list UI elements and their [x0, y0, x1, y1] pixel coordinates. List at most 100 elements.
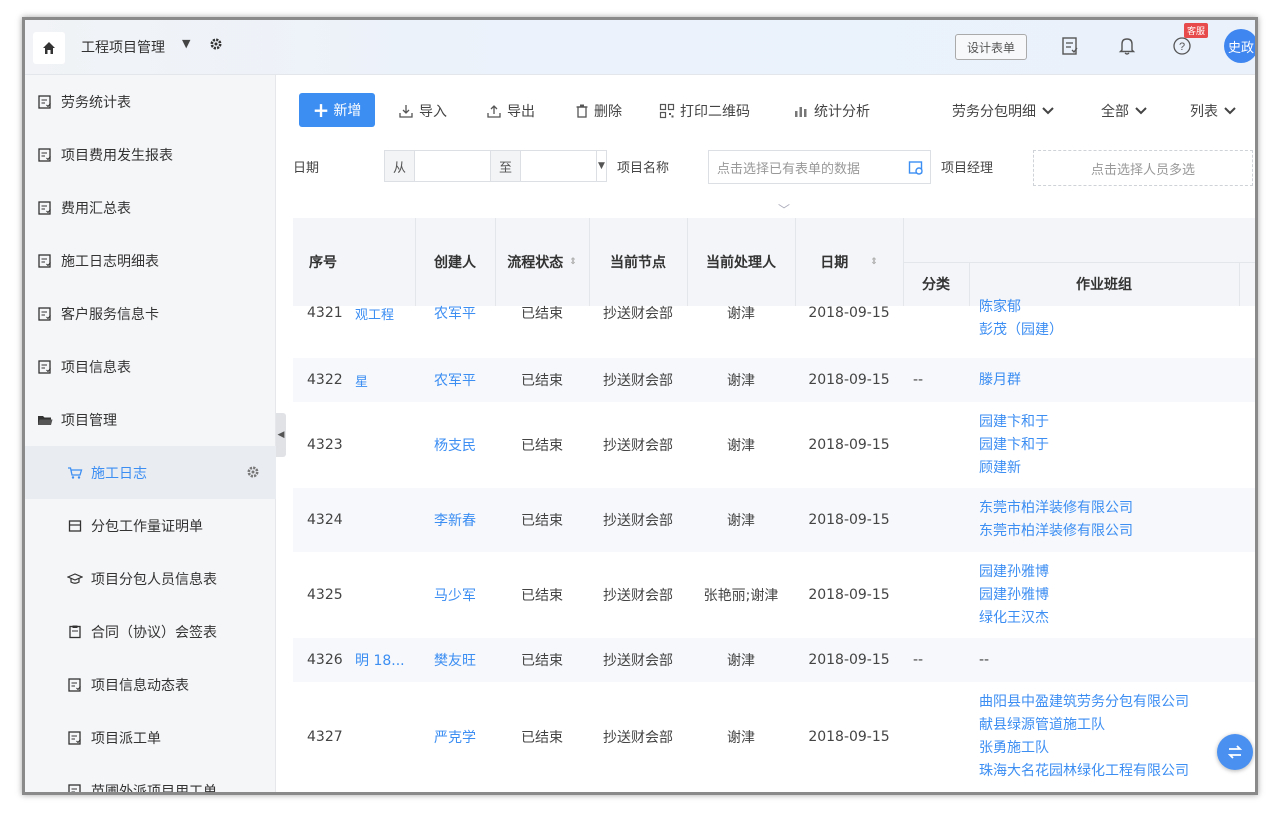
app-switch-caret-icon[interactable]: ▼	[182, 37, 190, 50]
customer-service-badge[interactable]: 客服	[1184, 23, 1209, 38]
sidebar-item-project-info[interactable]: 项目信息表	[25, 340, 276, 393]
team-link[interactable]: 园建卞和于	[979, 434, 1049, 457]
import-label: 导入	[419, 104, 447, 120]
cell-status: 已结束	[521, 513, 563, 529]
user-avatar[interactable]: 史政	[1224, 29, 1255, 63]
swap-arrows-icon	[1227, 745, 1243, 759]
cell-status: 已结束	[521, 653, 563, 669]
sort-icon[interactable]: ⇕	[870, 257, 878, 267]
table-row[interactable]: 4327 严克学 已结束 抄送财会部 谢津 2018-09-15 曲阳县中盈建筑…	[293, 682, 1255, 792]
header-date-label: 日期	[820, 255, 849, 271]
caret-down-icon[interactable]: ▼	[597, 151, 606, 181]
team-link[interactable]: 东莞市柏洋装修有限公司	[979, 497, 1133, 520]
form-list-icon[interactable]	[1059, 35, 1081, 57]
sidebar-item-work-order[interactable]: 项目派工单	[25, 711, 276, 764]
team-link[interactable]: 张勇施工队	[979, 737, 1189, 760]
cell-creator[interactable]: 农军平	[415, 358, 495, 402]
table-row[interactable]: 4325 马少军 已结束 抄送财会部 张艳丽;谢津 2018-09-15 园建孙…	[293, 552, 1255, 638]
view-dropdown[interactable]: 列表	[1190, 101, 1236, 121]
sidebar-item-customer-service-card[interactable]: 客户服务信息卡	[25, 287, 276, 340]
team-link[interactable]: 顾建新	[979, 457, 1049, 480]
sidebar-item-label: 分包工作量证明单	[91, 518, 203, 535]
scope-dropdown[interactable]: 全部	[1101, 101, 1147, 121]
sidebar-item-subcontract-workload[interactable]: 分包工作量证明单	[25, 499, 276, 552]
cell-date: 2018-09-15	[808, 372, 890, 388]
sidebar-item-label: 费用汇总表	[61, 200, 131, 217]
chevron-down-icon	[1135, 107, 1147, 115]
cell-creator[interactable]: 杨支民	[415, 402, 495, 488]
cell-creator[interactable]: 樊友旺	[415, 638, 495, 682]
import-button[interactable]: 导入	[398, 101, 447, 121]
sidebar-item-nursery-labor-order[interactable]: 苗圃外派项目用工单	[25, 764, 276, 795]
item-settings-gear-icon[interactable]	[246, 465, 260, 483]
table-row[interactable]: 4322 星 农军平 已结束 抄送财会部 谢津 2018-09-15 -- 滕月…	[293, 358, 1255, 402]
table-row[interactable]: 4324 李新春 已结束 抄送财会部 谢津 2018-09-15 东莞市柏洋装修…	[293, 488, 1255, 552]
project-name-input[interactable]: 点击选择已有表单的数据	[708, 150, 931, 184]
project-name-placeholder: 点击选择已有表单的数据	[717, 161, 861, 177]
team-link[interactable]: 东莞市柏洋装修有限公司	[979, 520, 1133, 543]
stats-button[interactable]: 统计分析	[793, 101, 870, 121]
team-link[interactable]: 滕月群	[979, 369, 1021, 392]
add-button[interactable]: + 新增	[299, 93, 375, 127]
app-title[interactable]: 工程项目管理	[81, 37, 165, 57]
sidebar-item-construction-log[interactable]: 施工日志	[25, 446, 276, 499]
design-form-button[interactable]: 设计表单	[955, 34, 1027, 60]
bell-icon[interactable]	[1116, 35, 1138, 57]
sidebar-collapse-handle[interactable]: ◀	[276, 413, 286, 457]
detail-dropdown[interactable]: 劳务分包明细	[952, 101, 1054, 121]
team-link[interactable]: 献县绿源管道施工队	[979, 714, 1189, 737]
delete-button[interactable]: 删除	[575, 101, 622, 121]
select-data-icon[interactable]	[908, 160, 924, 180]
help-icon[interactable]: ?	[1171, 35, 1193, 57]
cell-creator[interactable]: 农军平	[415, 288, 495, 338]
cell-creator[interactable]: 马少军	[415, 552, 495, 638]
cell-status: 已结束	[521, 306, 563, 322]
sidebar-item-construction-log-detail[interactable]: 施工日志明细表	[25, 234, 276, 287]
sidebar-item-label: 合同（协议）会签表	[91, 624, 217, 641]
table-row[interactable]: 4326 明 18... 樊友旺 已结束 抄送财会部 谢津 2018-09-15…	[293, 638, 1255, 682]
export-label: 导出	[507, 104, 535, 120]
sidebar-item-subcontract-personnel[interactable]: 项目分包人员信息表	[25, 552, 276, 605]
team-link[interactable]: 曲阳县中盈建筑劳务分包有限公司	[979, 691, 1189, 714]
table-row[interactable]: 4321 观工程 农军平 已结束 抄送财会部 谢津 2018-09-15 陈家郁…	[293, 288, 1255, 358]
cell-project[interactable]: 星	[355, 358, 368, 402]
report-icon	[67, 677, 83, 693]
sidebar-item-project-cost-report[interactable]: 项目费用发生报表	[25, 128, 276, 181]
sidebar-folder-project-management[interactable]: 项目管理	[25, 393, 276, 446]
team-link[interactable]: 园建卞和于	[979, 411, 1049, 434]
sidebar-item-label: 项目信息动态表	[91, 677, 189, 694]
sidebar-item-contract-signoff[interactable]: 合同（协议）会签表	[25, 605, 276, 658]
team-link[interactable]: 园建孙雅博	[979, 561, 1049, 584]
date-to-input[interactable]	[521, 151, 597, 181]
cell-project[interactable]: 观工程	[355, 288, 394, 338]
team-link[interactable]: 园建孙雅博	[979, 584, 1049, 607]
sidebar-item-labor-stats[interactable]: 劳务统计表	[25, 75, 276, 128]
team-link[interactable]: 彭茂（园建）	[979, 319, 1063, 342]
cell-date: 2018-09-15	[808, 729, 890, 745]
cell-creator[interactable]: 严克学	[415, 682, 495, 792]
chevron-down-icon	[1224, 107, 1236, 115]
cell-project[interactable]: 明 18...	[355, 638, 405, 682]
table-row[interactable]: 4323 杨支民 已结束 抄送财会部 谢津 2018-09-15 园建卞和于 园…	[293, 402, 1255, 488]
header-status-label: 流程状态	[507, 255, 564, 271]
export-button[interactable]: 导出	[486, 101, 535, 121]
cell-node: 抄送财会部	[603, 730, 673, 746]
qr-code-icon	[659, 103, 675, 119]
sort-icon[interactable]: ⇕	[569, 257, 577, 267]
date-range-picker[interactable]: 从 至 ▼	[384, 150, 607, 182]
project-manager-input[interactable]: 点击选择人员多选	[1033, 150, 1253, 186]
home-button[interactable]	[33, 32, 65, 64]
date-from-input[interactable]	[415, 151, 491, 181]
team-link[interactable]: 珠海大名花园林绿化工程有限公司	[979, 760, 1189, 783]
print-qr-button[interactable]: 打印二维码	[659, 101, 750, 121]
sidebar-item-cost-summary[interactable]: 费用汇总表	[25, 181, 276, 234]
swap-float-button[interactable]	[1217, 734, 1253, 770]
team-link[interactable]: 绿化王汉杰	[979, 607, 1049, 630]
cell-node: 抄送财会部	[603, 588, 673, 604]
expand-filters-chevron-icon[interactable]: ﹀	[778, 201, 790, 218]
sidebar-item-label: 苗圃外派项目用工单	[91, 783, 217, 795]
app-settings-gear-icon[interactable]	[209, 37, 223, 55]
sidebar-item-project-dynamics[interactable]: 项目信息动态表	[25, 658, 276, 711]
team-link[interactable]: 陈家郁	[979, 296, 1063, 319]
cell-creator[interactable]: 李新春	[415, 488, 495, 552]
